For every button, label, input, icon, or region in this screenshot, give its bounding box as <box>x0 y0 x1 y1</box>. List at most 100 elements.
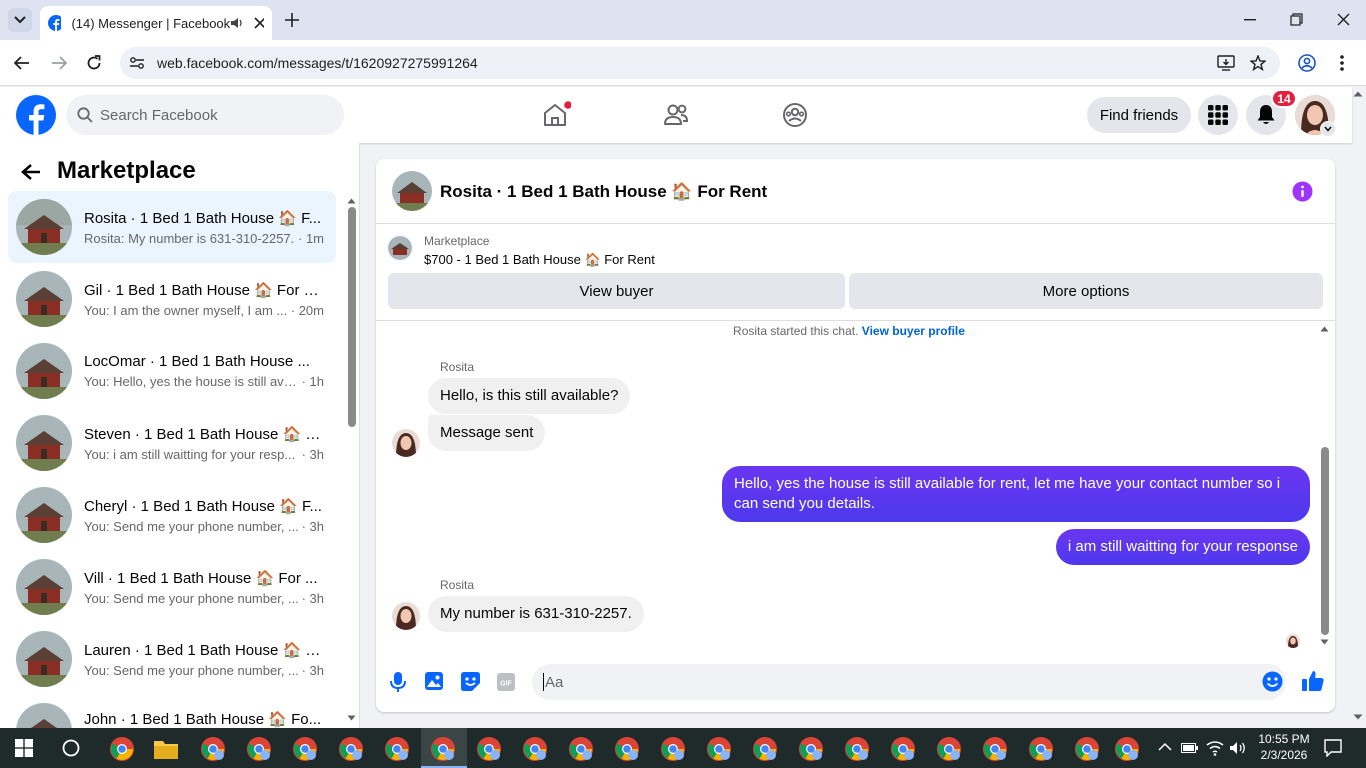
message-bubble-incoming[interactable]: My number is 631-310-2257. <box>428 596 644 632</box>
conversation-name: Lauren · 1 Bed 1 Bath House 🏠 F... <box>84 641 324 659</box>
sticker-icon[interactable] <box>461 672 480 691</box>
view-buyer-button[interactable]: View buyer <box>388 273 845 309</box>
conversation-item[interactable]: Vill · 1 Bed 1 Bath House 🏠 For ... You:… <box>8 551 336 623</box>
conversation-item[interactable]: Gil · 1 Bed 1 Bath House 🏠 For R... You:… <box>8 263 336 335</box>
message-bubble-incoming[interactable]: Hello, is this still available? <box>428 378 631 414</box>
close-window-icon[interactable] <box>1337 13 1350 26</box>
groups-icon[interactable] <box>782 102 808 128</box>
listing-thumbnail <box>16 271 72 327</box>
message-bubble-outgoing[interactable]: Hello, yes the house is still available … <box>722 466 1310 522</box>
chat-avatar[interactable] <box>392 171 432 211</box>
find-friends-button[interactable]: Find friends <box>1087 97 1191 133</box>
wifi-icon[interactable] <box>1206 740 1224 756</box>
divider <box>376 223 1335 224</box>
facebook-logo-icon[interactable] <box>16 95 56 135</box>
conversation-item[interactable]: Steven · 1 Bed 1 Bath House 🏠 F... You: … <box>8 407 336 479</box>
site-settings-icon[interactable] <box>129 55 145 71</box>
notification-center-icon[interactable] <box>1324 739 1342 757</box>
conversation-name: Cheryl · 1 Bed 1 Bath House 🏠 F... <box>84 497 322 515</box>
conversation-item[interactable]: Lauren · 1 Bed 1 Bath House 🏠 F... You: … <box>8 623 336 695</box>
conversation-item[interactable]: Rosita · 1 Bed 1 Bath House 🏠 F... Rosit… <box>8 191 336 263</box>
gif-icon[interactable]: GIF <box>497 673 515 691</box>
page-scroll-down-icon[interactable] <box>1353 714 1363 720</box>
message-input-placeholder: Aa <box>545 673 564 691</box>
more-options-button[interactable]: More options <box>849 273 1323 309</box>
text-cursor <box>543 673 544 691</box>
chrome-taskbar-icon[interactable] <box>109 736 135 762</box>
chat-scrollbar-thumb[interactable] <box>1321 447 1329 635</box>
forward-arrow-icon[interactable] <box>51 56 67 70</box>
scroll-down-icon[interactable] <box>1320 639 1329 645</box>
restore-icon[interactable] <box>1290 13 1303 26</box>
view-buyer-profile-link[interactable]: View buyer profile <box>862 324 965 338</box>
page-scroll-up-icon[interactable] <box>1353 91 1363 97</box>
view-buyer-label: View buyer <box>579 282 654 300</box>
account-chevron[interactable] <box>1320 121 1336 137</box>
conversation-item[interactable]: LocOmar · 1 Bed 1 Bath House ... You: He… <box>8 335 336 407</box>
grid-menu-icon <box>1208 105 1228 125</box>
file-explorer-icon[interactable] <box>153 738 179 760</box>
install-app-icon[interactable] <box>1217 55 1235 71</box>
tab-search-button[interactable] <box>8 8 32 32</box>
microphone-icon[interactable] <box>390 672 406 692</box>
notification-badge: 14 <box>1271 89 1297 108</box>
bookmark-star-icon[interactable] <box>1250 55 1266 71</box>
back-arrow-icon[interactable] <box>21 163 41 181</box>
thumbs-up-icon[interactable] <box>1302 670 1324 692</box>
conversation-item[interactable]: John · 1 Bed 1 Bath House 🏠 Fo... <box>8 695 336 728</box>
search-circle-icon[interactable] <box>62 739 80 757</box>
seen-receipt-avatar <box>1286 634 1300 648</box>
address-bar[interactable]: web.facebook.com/messages/t/162092727599… <box>120 47 1280 79</box>
facebook-search-input[interactable]: Search Facebook <box>66 95 344 135</box>
listing-title[interactable]: $700 - 1 Bed 1 Bath House 🏠 For Rent <box>424 252 655 268</box>
scroll-up-icon[interactable] <box>347 198 356 204</box>
sidebar-scrollbar-thumb[interactable] <box>348 207 356 427</box>
reload-icon[interactable] <box>86 55 102 71</box>
conversation-name: John · 1 Bed 1 Bath House 🏠 Fo... <box>84 711 322 728</box>
photo-icon[interactable] <box>425 672 443 690</box>
friends-icon[interactable] <box>663 102 689 128</box>
info-icon[interactable] <box>1292 181 1313 202</box>
conversation-time: · 1m <box>298 230 324 246</box>
conversation-time: · 3h <box>301 590 324 606</box>
tray-chevron-up-icon[interactable] <box>1158 742 1172 751</box>
conversation-item[interactable]: Cheryl · 1 Bed 1 Bath House 🏠 F... You: … <box>8 479 336 551</box>
minimize-icon[interactable] <box>1244 19 1256 21</box>
message-sender: Rosita <box>440 578 475 592</box>
taskbar-clock[interactable]: 10:55 PM 2/3/2026 <box>1254 731 1314 763</box>
chrome-profile-taskbar-icons[interactable] <box>200 736 1140 762</box>
chat-panel: Rosita · 1 Bed 1 Bath House 🏠 For Rent M… <box>376 159 1335 712</box>
find-friends-label: Find friends <box>1099 106 1179 124</box>
scroll-up-icon[interactable] <box>1320 326 1329 332</box>
profile-icon[interactable] <box>1298 54 1316 72</box>
message-input[interactable]: Aa <box>532 664 1286 700</box>
listing-thumbnail <box>16 199 72 255</box>
new-tab-icon[interactable] <box>285 13 299 27</box>
listing-thumbnail <box>16 559 72 615</box>
browser-tab[interactable]: (14) Messenger | Facebook <box>40 6 272 40</box>
chat-title[interactable]: Rosita · 1 Bed 1 Bath House 🏠 For Rent <box>440 182 767 202</box>
conversation-preview: You: Send me your phone number, ... <box>84 590 299 606</box>
close-tab-icon[interactable] <box>254 17 264 29</box>
listing-thumbnail[interactable] <box>388 236 412 260</box>
conversation-time: · 1h <box>301 374 324 389</box>
divider <box>376 320 1335 321</box>
speaker-icon[interactable] <box>230 16 242 30</box>
message-bubble-incoming[interactable]: Message sent <box>428 415 546 451</box>
listing-thumbnail <box>16 703 72 728</box>
volume-icon[interactable] <box>1229 740 1247 756</box>
menu-button[interactable] <box>1198 95 1238 135</box>
conversation-name: LocOmar · 1 Bed 1 Bath House ... <box>84 353 310 370</box>
back-arrow-icon[interactable] <box>14 56 30 70</box>
browser-menu-icon[interactable] <box>1340 55 1344 71</box>
message-bubble-outgoing[interactable]: i am still waitting for your response <box>1055 529 1310 565</box>
windows-start-icon[interactable] <box>15 739 33 757</box>
listing-thumbnail <box>16 487 72 543</box>
sidebar-title: Marketplace <box>57 157 196 184</box>
conversation-time: · 3h <box>301 518 324 534</box>
emoji-icon[interactable] <box>1262 671 1283 692</box>
conversation-name: Vill · 1 Bed 1 Bath House 🏠 For ... <box>84 569 318 587</box>
battery-icon[interactable] <box>1181 742 1199 754</box>
scroll-down-icon[interactable] <box>347 715 356 721</box>
home-icon[interactable] <box>543 101 571 127</box>
